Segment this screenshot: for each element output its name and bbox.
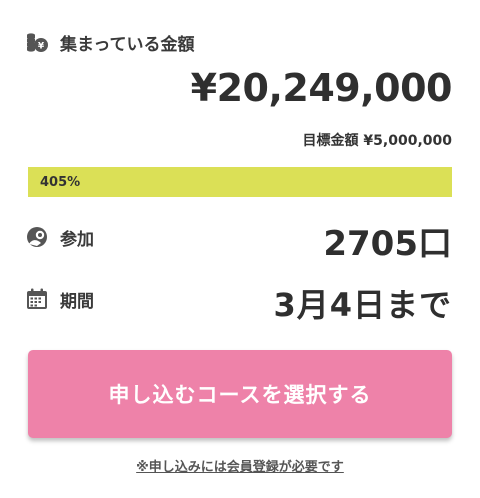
period-label: 期間 (60, 291, 94, 312)
supporters-count: 2705口 (323, 224, 452, 264)
supporters-label-row: 参加 (24, 224, 94, 250)
progress-bar-fill (28, 167, 452, 197)
progress-bar: 405% (28, 167, 452, 197)
period-label-row: 期間 (24, 286, 94, 312)
registration-required-note[interactable]: ※申し込みには会員登録が必要です (0, 456, 480, 475)
supporters-label: 参加 (60, 229, 94, 250)
raised-amount-value: ¥20,249,000 (190, 66, 453, 110)
raised-amount-label: 集まっている金額 (60, 34, 195, 55)
coins-icon: ¥ (24, 29, 50, 55)
raised-amount-label-row: ¥ 集まっている金額 (24, 29, 194, 55)
period-end-date: 3月4日まで (273, 286, 452, 324)
svg-text:¥: ¥ (38, 42, 45, 52)
select-course-button[interactable]: 申し込むコースを選択する (28, 350, 452, 438)
calendar-icon (24, 286, 50, 312)
supporter-icon (24, 224, 50, 250)
goal-amount: 目標金額 ¥5,000,000 (302, 133, 452, 149)
progress-percent: 405% (40, 175, 81, 190)
